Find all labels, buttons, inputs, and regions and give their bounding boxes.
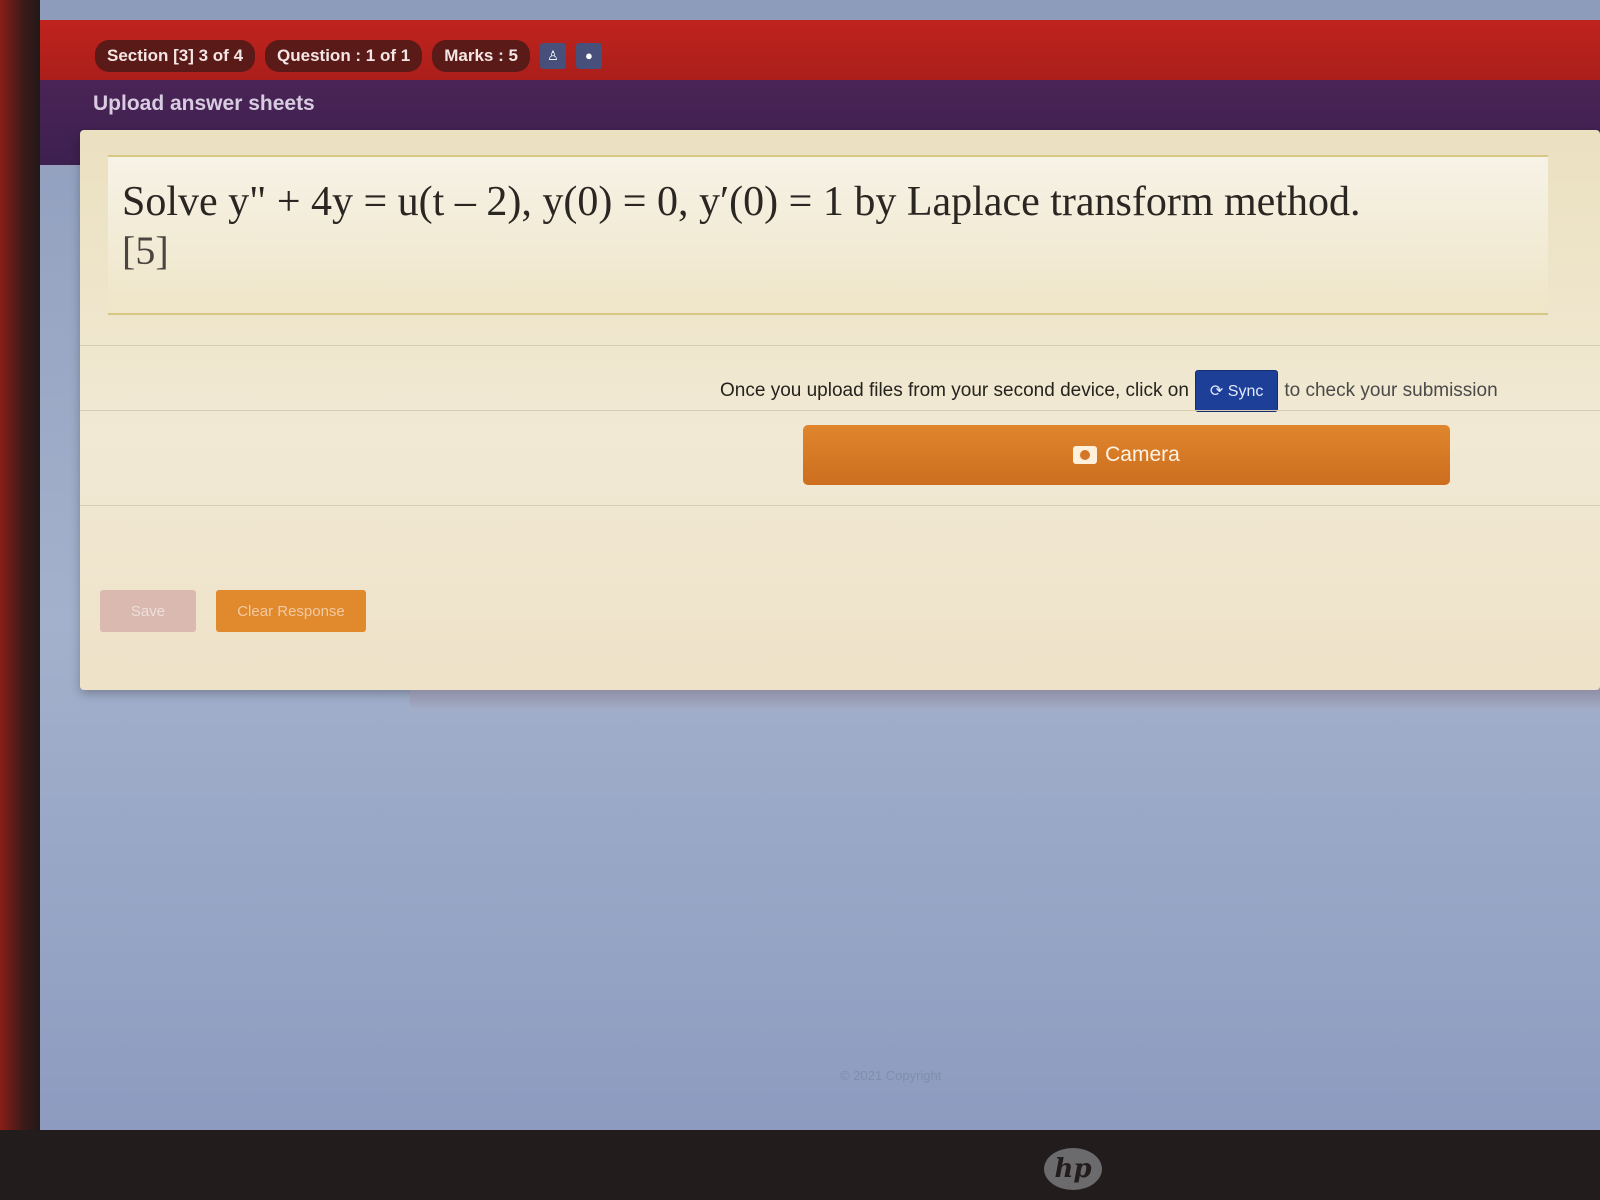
sync-button[interactable]: ⟳ Sync — [1194, 370, 1279, 412]
sync-button-label: Sync — [1227, 383, 1264, 400]
section-badge: Section [3] 3 of 4 — [95, 40, 256, 72]
save-button[interactable]: Save — [100, 590, 196, 632]
question-panel: Solve y" + 4y = u(t – 2), y(0) = 0, y′(0… — [80, 130, 1600, 690]
screen-bezel-bottom — [0, 1130, 1600, 1200]
clear-response-button[interactable]: Clear Response — [216, 590, 366, 632]
sync-instruction-after: to check your submission — [1284, 380, 1498, 401]
question-text: Solve y" + 4y = u(t – 2), y(0) = 0, y′(0… — [122, 179, 1361, 225]
exam-status-bar: Section [3] 3 of 4 Question : 1 of 1 Mar… — [95, 40, 602, 72]
action-row: Save Clear Response — [100, 590, 366, 632]
chat-icon[interactable]: ● — [575, 43, 602, 69]
divider — [80, 345, 1600, 346]
divider — [80, 410, 1600, 411]
question-box: Solve y" + 4y = u(t – 2), y(0) = 0, y′(0… — [108, 155, 1548, 315]
user-icon[interactable]: ♙ — [539, 43, 566, 69]
camera-button[interactable]: Camera — [803, 425, 1450, 485]
hp-logo-icon: hp — [1044, 1148, 1102, 1190]
footer-copyright: © 2021 Copyright — [840, 1068, 942, 1083]
camera-button-label: Camera — [1105, 443, 1180, 466]
sync-instruction: Once you upload files from your second d… — [720, 370, 1498, 412]
screen-bezel-left — [0, 0, 40, 1200]
clear-response-label: Clear Response — [237, 602, 345, 620]
panel-shadow — [410, 690, 1600, 710]
save-button-label: Save — [130, 602, 166, 620]
sync-instruction-before: Once you upload files from your second d… — [720, 380, 1189, 401]
question-marks: [5] — [122, 228, 169, 273]
divider — [80, 505, 1600, 506]
marks-badge: Marks : 5 — [432, 40, 530, 72]
page-title: Upload answer sheets — [93, 92, 315, 115]
question-counter-badge: Question : 1 of 1 — [265, 40, 423, 72]
browser-viewport: Section [3] 3 of 4 Question : 1 of 1 Mar… — [40, 0, 1600, 1130]
camera-icon — [1073, 446, 1098, 464]
